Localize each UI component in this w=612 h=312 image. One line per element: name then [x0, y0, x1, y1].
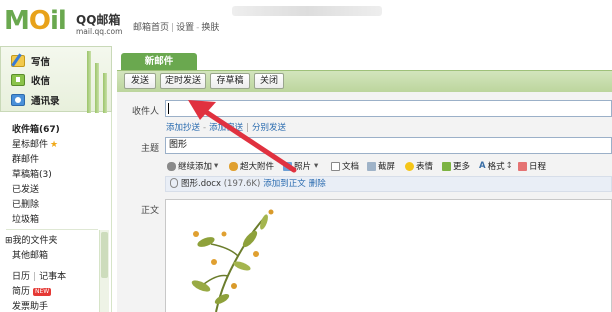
attachment-item: 图形.docx (197.6K) 添加到正文 删除: [165, 176, 612, 192]
large-attachment-label: 超大附件: [240, 162, 275, 172]
document-icon: [331, 161, 340, 171]
format-button[interactable]: A 格式 ↕: [479, 160, 513, 172]
schedule-button[interactable]: 日程: [518, 160, 546, 172]
large-attachment-icon: [229, 161, 238, 171]
plant-illustration: [191, 209, 274, 312]
link-settings[interactable]: 设置: [176, 23, 194, 33]
add-attachment-button[interactable]: 继续添加 ▾: [167, 160, 218, 172]
write-label: 写信: [31, 57, 51, 68]
smiley-icon: [405, 161, 414, 171]
folder-starred-label: 星标邮件: [12, 140, 49, 150]
text-caret: [168, 103, 169, 114]
insert-to-body-link[interactable]: 添加到正文: [263, 179, 306, 189]
logo-brand: QQ邮箱: [76, 13, 121, 27]
paperclip-icon: [170, 178, 178, 188]
to-label: 收件人: [131, 107, 159, 117]
document-button[interactable]: 文档: [331, 160, 359, 172]
notes-link[interactable]: 记事本: [39, 272, 66, 282]
folder-deleted[interactable]: 已删除: [12, 197, 39, 210]
delete-attachment-link[interactable]: 删除: [309, 179, 326, 189]
star-icon: ★: [50, 140, 59, 150]
link-mail-home[interactable]: 邮箱首页: [133, 23, 169, 33]
pen-icon: [11, 55, 25, 67]
add-attachment-label: 继续添加: [178, 162, 213, 172]
screenshot-label: 截屏: [378, 162, 396, 172]
app-links: 日历 | 记事本: [12, 272, 67, 282]
separate-send-link[interactable]: 分别发送: [252, 123, 286, 133]
schedule-label: 日程: [529, 162, 547, 172]
sidebar-scrollbar[interactable]: [99, 230, 109, 312]
format-label: 格式: [487, 162, 505, 172]
tab-new-mail[interactable]: 新邮件: [121, 53, 197, 71]
folder-trash[interactable]: 垃圾箱: [12, 212, 39, 225]
calendar-link[interactable]: 日历: [12, 272, 30, 282]
dropdown-arrow-icon: ▾: [314, 161, 319, 171]
folder-drafts[interactable]: 草稿箱(3): [12, 167, 52, 180]
blurred-account-name: [232, 6, 382, 16]
photo-icon: [283, 161, 292, 171]
recipient-input[interactable]: [165, 100, 612, 117]
contacts-label: 通讯录: [31, 96, 60, 107]
attachment-name: 图形.docx: [181, 179, 222, 189]
large-attachment-button[interactable]: 超大附件: [229, 160, 274, 172]
resume-label: 简历: [12, 287, 31, 297]
more-button[interactable]: 更多: [442, 160, 470, 172]
format-toolbar: 继续添加 ▾ 超大附件 照片 ▾ 文档 截屏 表情 更多 A 格式 ↕ 日程: [165, 158, 612, 174]
logo-moil-text: MOil: [4, 6, 67, 36]
write-button[interactable]: 写信: [11, 53, 50, 69]
receive-label: 收信: [31, 76, 51, 87]
top-links: 邮箱首页 | 设置 - 换肤: [133, 23, 220, 33]
screenshot-icon: [367, 161, 376, 171]
recipient-options: 添加抄送 - 添加密送 | 分别发送: [166, 123, 286, 133]
body-editor[interactable]: [165, 199, 612, 312]
emoji-label: 表情: [416, 162, 434, 172]
resume-link[interactable]: 简历 NEW: [12, 284, 52, 297]
bamboo-decoration-icon: [81, 47, 111, 113]
save-draft-button[interactable]: 存草稿: [210, 73, 250, 89]
link-change-skin[interactable]: 换肤: [201, 23, 219, 33]
subject-label: 主题: [140, 144, 159, 154]
screenshot-button[interactable]: 截屏: [367, 160, 395, 172]
invoice-helper-link[interactable]: 发票助手: [12, 299, 48, 312]
emoji-button[interactable]: 表情: [405, 160, 433, 172]
more-label: 更多: [453, 162, 471, 172]
attachment-size: (197.6K): [223, 179, 261, 189]
photo-label: 照片: [294, 162, 312, 172]
sidebar: 写信 收信 通讯录 收件箱(67) 星标邮件 ★ 群邮件 草稿箱(3) 已发送 已…: [0, 46, 112, 312]
scrollbar-thumb[interactable]: [101, 232, 108, 278]
receive-button[interactable]: 收信: [11, 72, 50, 88]
font-a-icon: A: [479, 161, 486, 171]
paperclip-icon: [167, 161, 176, 171]
folder-inbox[interactable]: 收件箱(67): [12, 122, 60, 135]
close-button[interactable]: 关闭: [254, 73, 284, 89]
my-folders-label: 我的文件夹: [12, 236, 58, 246]
document-label: 文档: [342, 162, 360, 172]
logo-domain: mail.qq.com: [76, 27, 123, 36]
new-badge: NEW: [33, 287, 52, 296]
header: MOil QQ邮箱 mail.qq.com 邮箱首页 | 设置 - 换肤: [0, 0, 612, 46]
text-size-icon: ↕: [505, 161, 513, 171]
calendar-icon: [518, 161, 527, 171]
other-mailboxes[interactable]: 其他邮箱: [12, 248, 48, 261]
add-bcc-link[interactable]: 添加密送: [209, 123, 243, 133]
subject-input[interactable]: 图形: [165, 137, 612, 154]
grid-icon: [442, 161, 451, 171]
folder-starred[interactable]: 星标邮件 ★: [12, 137, 58, 150]
my-folders-toggle[interactable]: ⊞我的文件夹: [5, 233, 58, 246]
sidebar-actions: 写信 收信 通讯录: [0, 46, 112, 113]
scheduled-send-button[interactable]: 定时发送: [160, 73, 206, 89]
body-label: 正文: [140, 206, 159, 216]
address-book-icon: [11, 94, 25, 106]
dropdown-arrow-icon: ▾: [214, 161, 219, 171]
sidebar-divider: [6, 229, 98, 230]
expand-icon: ⊞: [5, 236, 13, 246]
send-button[interactable]: 发送: [124, 73, 156, 89]
add-cc-link[interactable]: 添加抄送: [166, 123, 200, 133]
compose-area: 新邮件 发送 定时发送 存草稿 关闭 收件人 添加抄送 - 添加密送 | 分别发送 主题…: [117, 46, 612, 312]
folder-group[interactable]: 群邮件: [12, 152, 39, 165]
photo-button[interactable]: 照片 ▾: [283, 160, 318, 172]
folder-sent[interactable]: 已发送: [12, 182, 39, 195]
inbox-download-icon: [11, 74, 25, 86]
contacts-button[interactable]: 通讯录: [11, 92, 60, 108]
